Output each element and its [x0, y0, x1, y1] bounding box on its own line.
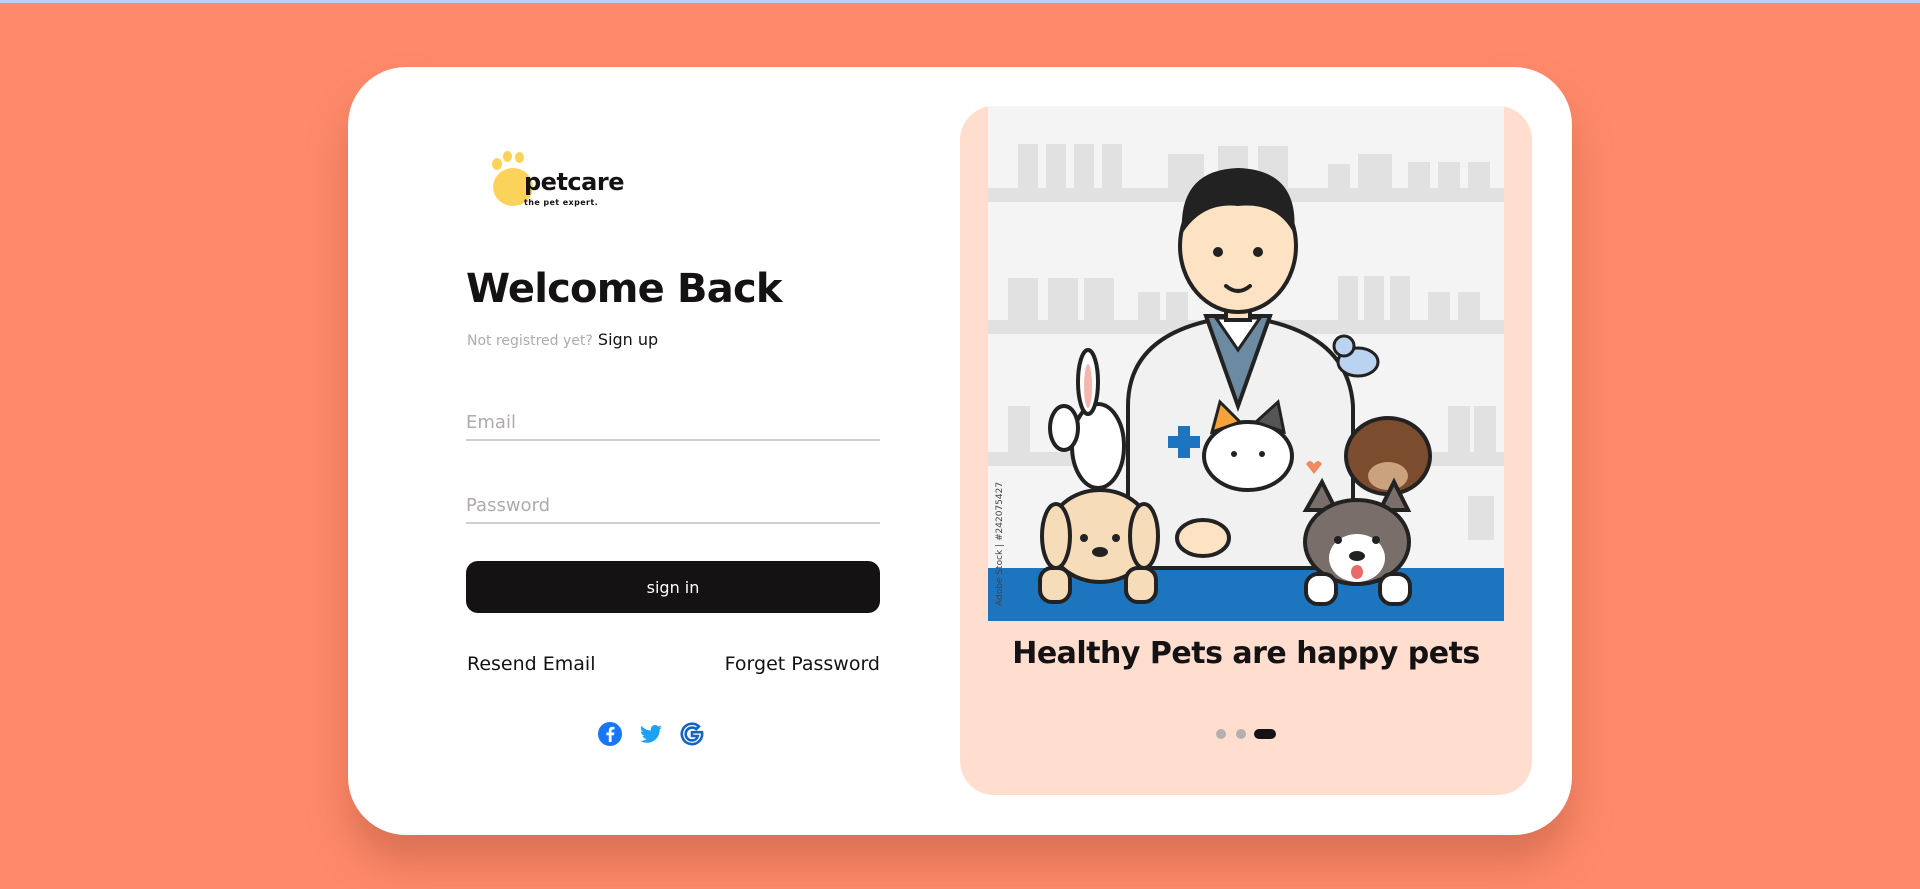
facebook-icon[interactable]: [597, 721, 623, 747]
browser-top-strip: [0, 0, 1920, 3]
carousel-dot-2[interactable]: [1236, 729, 1246, 739]
carousel-caption: Healthy Pets are happy pets: [1012, 636, 1480, 671]
vet-with-pets-illustration: Adobe Stock | #242075427: [988, 106, 1504, 621]
forget-password-link[interactable]: Forget Password: [725, 653, 880, 675]
signup-row: Not registred yet? Sign up: [467, 330, 658, 349]
carousel-dot-3-active[interactable]: [1254, 729, 1276, 739]
brand-name: petcare: [524, 168, 624, 196]
twitter-icon[interactable]: [638, 721, 664, 747]
page-title: Welcome Back: [466, 266, 782, 312]
sign-in-button[interactable]: sign in: [466, 561, 880, 613]
sign-up-link[interactable]: Sign up: [598, 330, 658, 349]
image-watermark: Adobe Stock | #242075427: [995, 482, 1005, 606]
resend-email-link[interactable]: Resend Email: [467, 653, 595, 675]
email-field[interactable]: [466, 405, 880, 441]
carousel-dot-1[interactable]: [1216, 729, 1226, 739]
brand-tagline: the pet expert.: [524, 198, 599, 207]
password-field[interactable]: [466, 488, 880, 524]
petcare-logo: petcare the pet expert.: [488, 148, 628, 218]
not-registered-text: Not registred yet?: [467, 333, 593, 349]
carousel-panel: Adobe Stock | #242075427 Healthy Pets ar…: [960, 106, 1532, 795]
google-icon[interactable]: [679, 721, 705, 747]
